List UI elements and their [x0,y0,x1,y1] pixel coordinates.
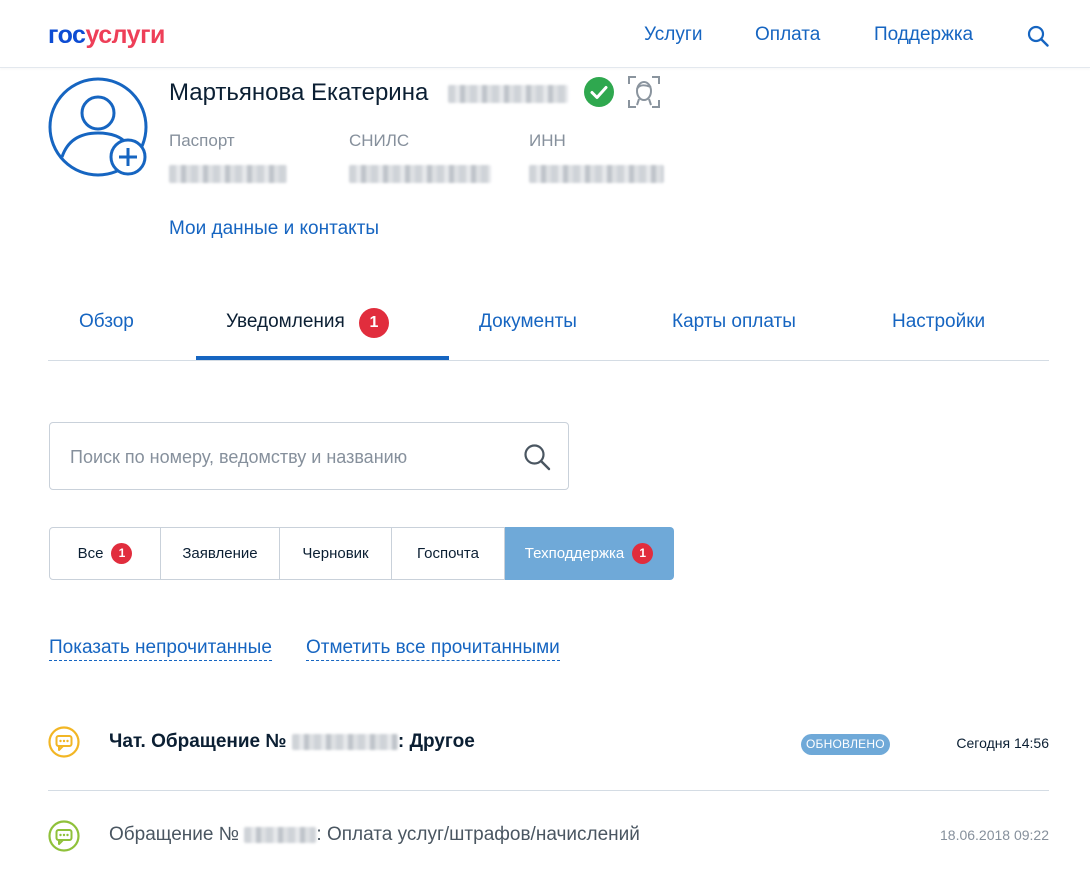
filter-tech-support-label: Техподдержка [524,545,625,562]
tabs-divider [48,360,1049,361]
redacted-request-number [291,733,398,750]
redacted-passport [169,165,287,183]
tab-settings[interactable]: Настройки [892,311,985,333]
nav-services-link[interactable]: Услуги [644,24,702,46]
filter-all[interactable]: Все 1 [49,527,161,580]
snils-label: СНИЛС [349,131,410,150]
filter-gospochta-label: Госпочта [417,545,479,562]
tab-documents[interactable]: Документы [479,311,577,333]
mark-all-read-link[interactable]: Отметить все прочитанными [306,637,560,661]
redacted-inn [529,165,664,183]
user-full-name: Мартьянова Екатерина [169,79,429,106]
notifications-count-badge: 1 [359,308,389,338]
gosuslugi-logo[interactable]: госуслуги [48,21,165,49]
face-scan-icon[interactable] [627,75,661,109]
redacted-patronymic [448,85,568,103]
filter-all-label: Все [77,545,104,562]
filter-gospochta[interactable]: Госпочта [392,527,505,580]
notification-time: Сегодня 14:56 [956,735,1049,751]
show-unread-link[interactable]: Показать непрочитанные [49,637,272,661]
tab-payment-cards[interactable]: Карты оплаты [672,311,796,333]
tab-notifications[interactable]: Уведомления [226,311,345,333]
list-divider [48,790,1049,791]
redacted-snils [349,165,491,183]
chat-bubble-icon [48,726,80,758]
list-item[interactable]: Чат. Обращение № : Другое [48,725,1049,761]
verified-check-icon [584,77,614,107]
passport-label: Паспорт [169,131,235,150]
filter-draft-label: Черновик [302,545,369,562]
filter-tech-support[interactable]: Техподдержка 1 [505,527,674,580]
search-icon[interactable] [523,443,551,471]
filter-draft[interactable]: Черновик [280,527,392,580]
notification-filters: Все 1 Заявление Черновик Госпочта Техпод… [49,527,674,580]
notification-time: 18.06.2018 09:22 [940,827,1049,843]
tab-overview[interactable]: Обзор [79,311,134,333]
filter-tech-support-badge: 1 [632,543,654,564]
active-tab-indicator [196,356,449,360]
filter-application[interactable]: Заявление [161,527,280,580]
search-icon[interactable] [1027,25,1049,47]
chat-bubble-icon [48,820,80,852]
filter-all-badge: 1 [111,543,133,564]
inn-label: ИНН [529,131,566,150]
notification-title: Чат. Обращение № : Другое [109,731,475,752]
redacted-request-number [244,826,317,843]
top-bar: госуслуги Услуги Оплата Поддержка [0,0,1090,68]
filter-application-label: Заявление [182,545,258,562]
avatar-add-icon[interactable] [48,77,150,179]
my-data-contacts-link[interactable]: Мои данные и контакты [169,218,379,240]
list-item[interactable]: Обращение № : Оплата услуг/штрафов/начис… [48,820,1049,856]
status-badge: ОБНОВЛЕНО [801,734,890,755]
nav-support-link[interactable]: Поддержка [874,24,973,46]
notification-title: Обращение № : Оплата услуг/штрафов/начис… [109,824,640,845]
search-input[interactable] [70,443,500,471]
search-box [49,422,569,490]
nav-payment-link[interactable]: Оплата [755,24,820,46]
